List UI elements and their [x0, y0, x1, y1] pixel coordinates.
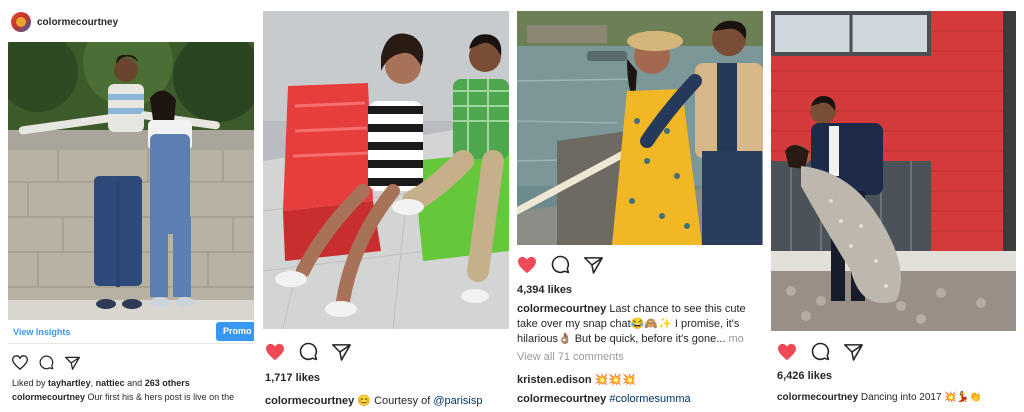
heart-icon[interactable]	[265, 343, 285, 361]
share-icon[interactable]	[584, 256, 603, 274]
liked-by-user-1[interactable]: tayhartley	[48, 378, 91, 388]
promote-button[interactable]: Promo	[216, 322, 254, 341]
caption-reply: colormecourtney #colormesumma	[517, 393, 691, 405]
liked-by-and: and	[127, 378, 143, 388]
caption-text: Dancing into 2017 💥💃👏	[860, 392, 982, 403]
insights-bar: View Insights Promo	[8, 320, 254, 344]
post-actions	[517, 255, 603, 274]
view-all-comments[interactable]: View all 71 comments	[517, 351, 624, 363]
post-caption: colormecourtney Dancing into 2017 💥💃👏	[777, 392, 982, 403]
post-photo[interactable]	[517, 11, 763, 245]
caption-username[interactable]: colormecourtney	[265, 395, 354, 407]
post-caption: colormecourtney Our first his & hers pos…	[12, 392, 234, 402]
caption-emoji: 😊	[357, 395, 372, 407]
caption-mention[interactable]: @parisisp	[433, 395, 482, 407]
more-link[interactable]: mo	[728, 333, 743, 345]
post-caption: colormecourtney Last chance to see this …	[517, 302, 746, 347]
liked-by-user-2[interactable]: nattiec	[96, 378, 125, 388]
view-insights-link[interactable]: View Insights	[13, 327, 70, 337]
like-count[interactable]: 4,394 likes	[517, 284, 572, 296]
post-panel-3: 4,394 likes colormecourtney Last chance …	[517, 0, 763, 412]
post-panel-2: 1,717 likes colormecourtney 😊 Courtesy o…	[263, 0, 509, 412]
caption-hashtag[interactable]: #colormesumma	[609, 393, 690, 405]
post-panel-4: 6,426 likes colormecourtney Dancing into…	[771, 0, 1016, 412]
share-icon[interactable]	[65, 356, 80, 370]
share-icon[interactable]	[844, 343, 863, 361]
caption-line-1: Last chance to see this cute	[609, 303, 746, 315]
caption-username[interactable]: colormecourtney	[777, 392, 858, 403]
liked-by-prefix: Liked by	[12, 378, 46, 388]
heart-icon[interactable]	[517, 256, 537, 274]
post-actions	[265, 342, 351, 361]
caption-username[interactable]: colormecourtney	[517, 393, 606, 405]
post-photo[interactable]	[8, 42, 254, 320]
liked-by-separator: ,	[90, 378, 94, 388]
post-photo[interactable]	[263, 11, 509, 329]
share-icon[interactable]	[332, 343, 351, 361]
caption-username[interactable]: colormecourtney	[517, 303, 606, 315]
caption-line-3: hilarious👌🏽 But be quick, before it's go…	[517, 333, 726, 345]
post-panel-1: colormecourtney View Insights Promo Like…	[8, 0, 254, 412]
comment-icon[interactable]	[39, 355, 54, 370]
comment-icon[interactable]	[551, 255, 570, 274]
comment-text: 💥💥💥	[594, 374, 636, 386]
caption-username[interactable]: colormecourtney	[12, 392, 85, 402]
caption-text: Courtesy of	[374, 395, 431, 407]
post-photo[interactable]	[771, 11, 1016, 331]
heart-icon[interactable]	[12, 355, 28, 370]
post-header: colormecourtney	[11, 12, 118, 32]
avatar[interactable]	[11, 12, 31, 32]
comment-icon[interactable]	[299, 342, 318, 361]
header-username[interactable]: colormecourtney	[37, 17, 118, 28]
like-count[interactable]: 1,717 likes	[265, 372, 320, 384]
heart-icon[interactable]	[777, 343, 797, 361]
liked-by-count[interactable]: 263 others	[145, 378, 190, 388]
like-count[interactable]: 6,426 likes	[777, 370, 832, 382]
post-caption: colormecourtney 😊 Courtesy of @parisisp	[265, 394, 482, 407]
post-actions	[777, 342, 863, 361]
caption-text: Our first his & hers post is live on the	[87, 392, 235, 402]
comment-username[interactable]: kristen.edison	[517, 374, 592, 386]
comment: kristen.edison 💥💥💥	[517, 373, 636, 386]
comment-icon[interactable]	[811, 342, 830, 361]
liked-by-line: Liked by tayhartley, nattiec and 263 oth…	[12, 378, 190, 388]
caption-line-2: take over my snap chat😂🙈✨ I promise, it'…	[517, 318, 740, 330]
post-actions	[12, 355, 80, 370]
